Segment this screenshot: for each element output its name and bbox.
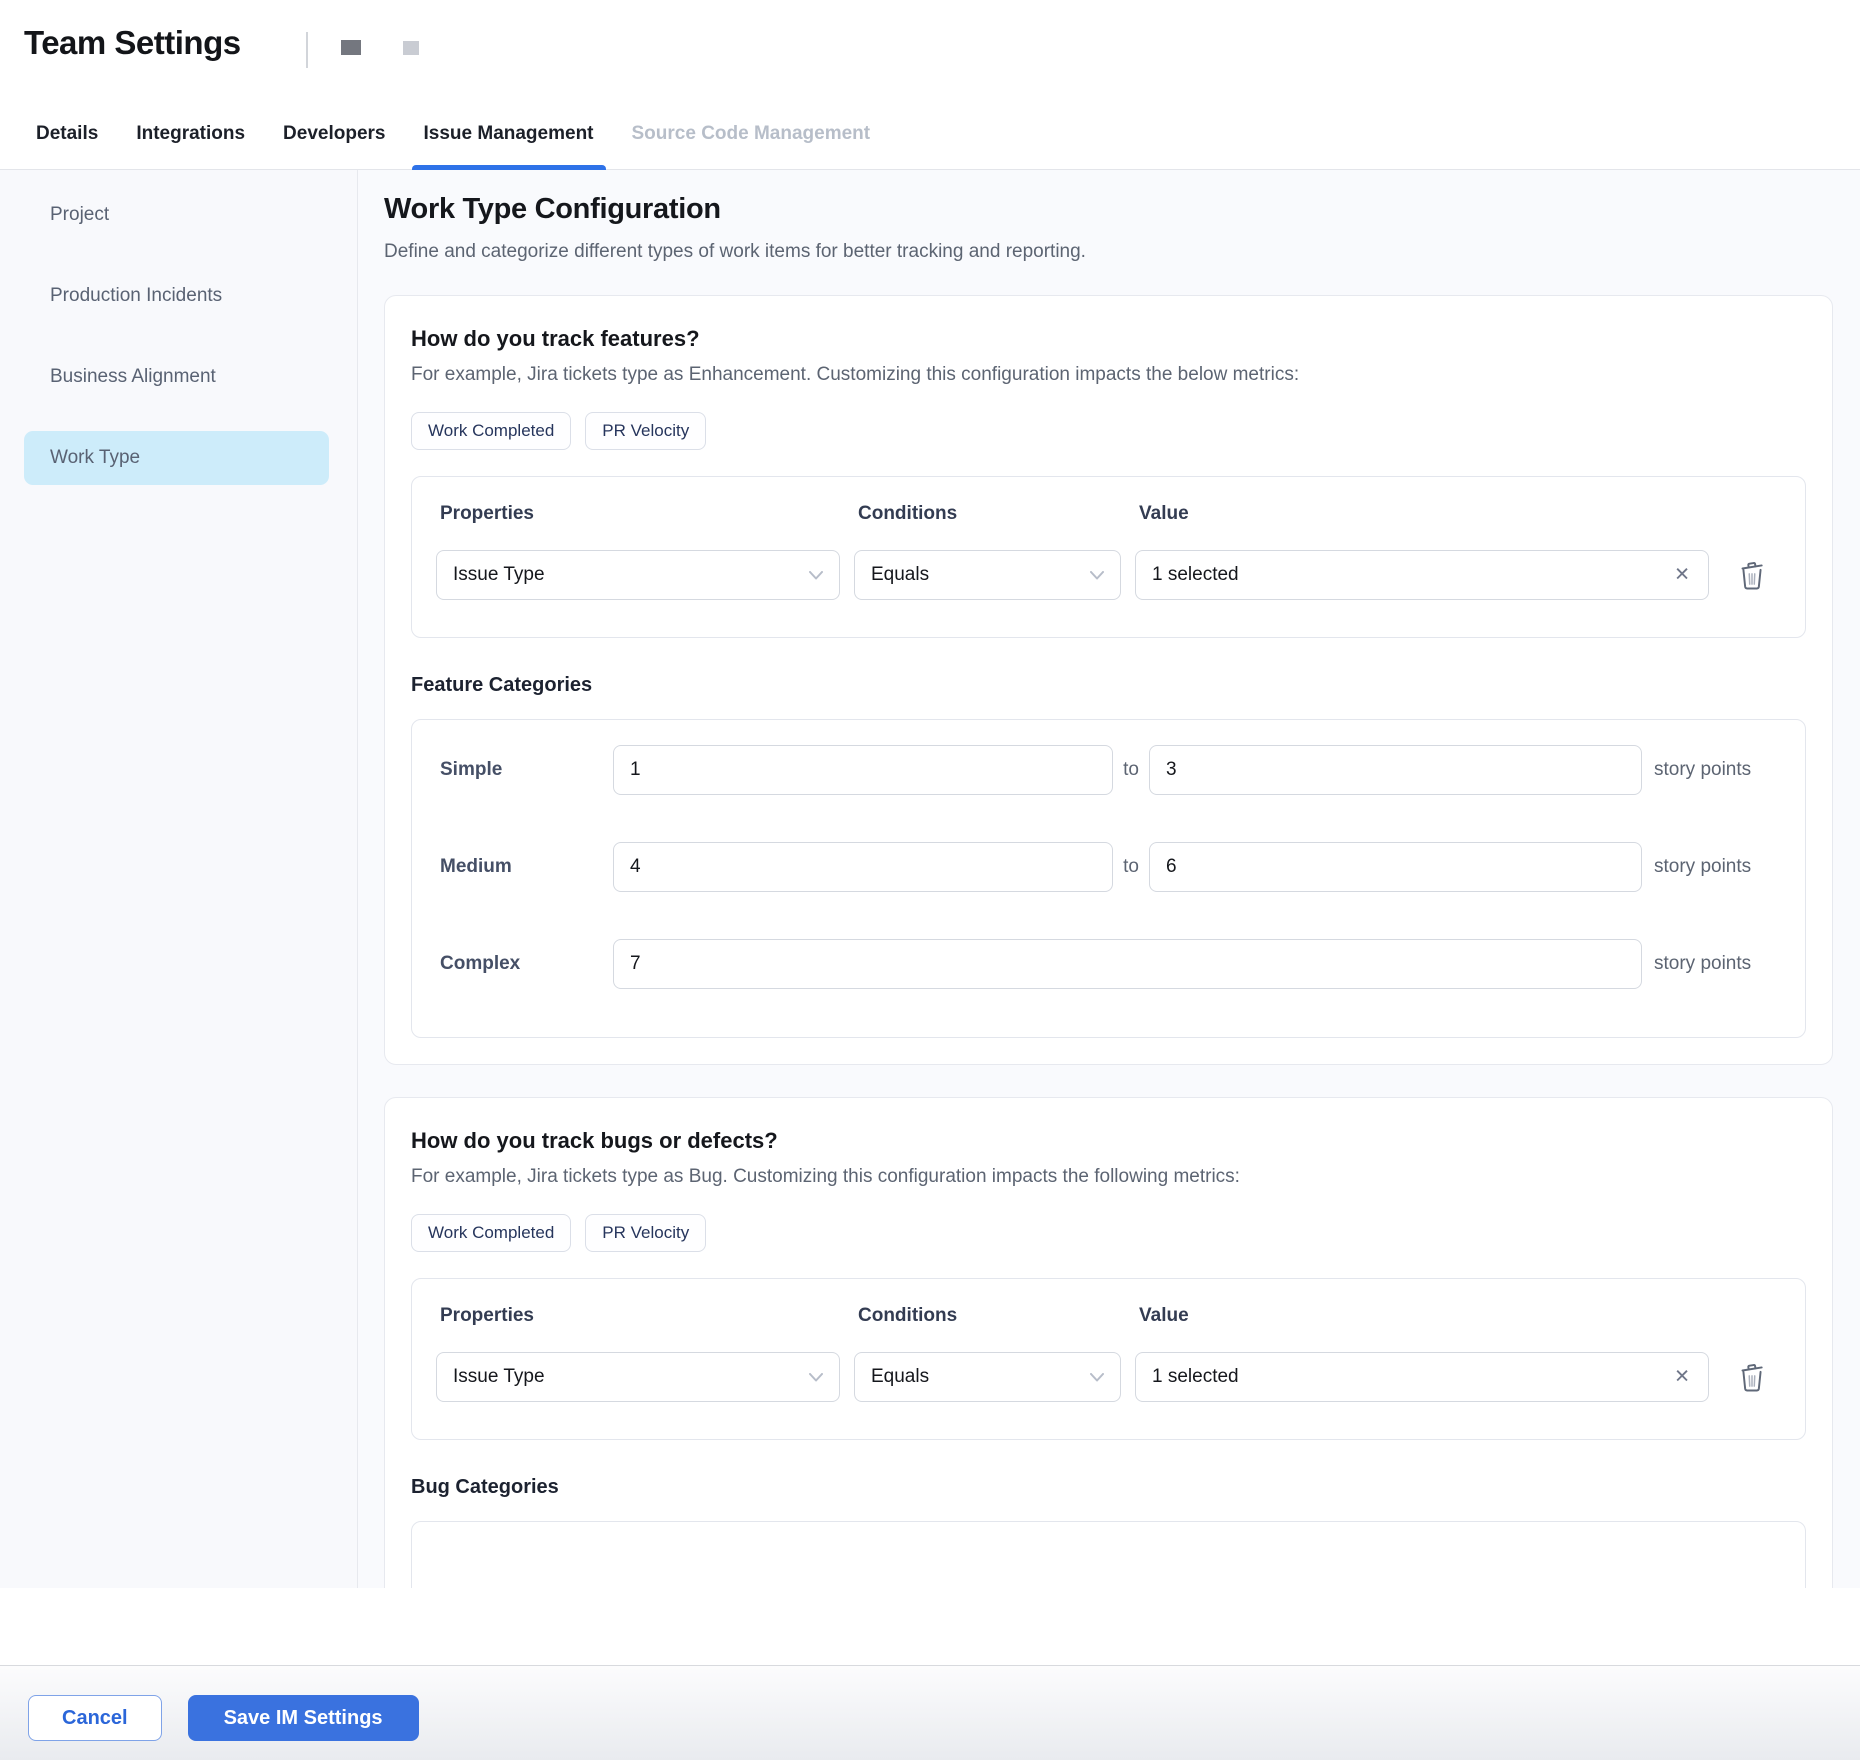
condition-select[interactable]: Equals [854,1352,1121,1402]
main-content: Work Type Configuration Define and categ… [358,170,1860,1588]
trash-icon [1737,559,1767,591]
condition-select[interactable]: Equals [854,550,1121,600]
property-select[interactable]: Issue Type [436,550,840,600]
simple-from-input[interactable] [613,745,1113,795]
conditions-column-header: Conditions [854,1305,1121,1327]
simple-to-input[interactable] [1149,745,1642,795]
category-row-simple: Simple to story points [440,745,1779,795]
category-name: Complex [440,953,613,975]
chevron-down-icon [809,571,823,580]
workspace: Project Production Incidents Business Al… [0,170,1860,1588]
content-subtitle: Define and categorize different types of… [384,241,1860,263]
features-rule-box: Properties Conditions Value Issue Type E… [411,476,1806,638]
to-label: to [1113,856,1149,878]
tab-developers[interactable]: Developers [271,123,397,169]
title-divider [306,32,308,68]
properties-column-header: Properties [436,503,840,525]
value-column-header: Value [1135,1305,1709,1327]
category-row-complex: Complex story points [440,939,1779,989]
metric-badge-work-completed: Work Completed [411,1214,571,1252]
bugs-heading: How do you track bugs or defects? [411,1128,1806,1154]
metric-badge-pr-velocity: PR Velocity [585,1214,706,1252]
footer-action-bar: Cancel Save IM Settings [0,1665,1860,1760]
placeholder-block-icon [403,41,419,55]
bugs-rule-box: Properties Conditions Value Issue Type E… [411,1278,1806,1440]
chevron-down-icon [1090,1373,1104,1382]
bugs-subheading: For example, Jira tickets type as Bug. C… [411,1166,1806,1188]
sidebar-item-work-type[interactable]: Work Type [24,431,329,485]
metric-badge-pr-velocity: PR Velocity [585,412,706,450]
metric-badge-work-completed: Work Completed [411,412,571,450]
top-bar: Team Settings Details Integrations Devel… [0,0,1860,170]
to-label: to [1113,759,1149,781]
cancel-button[interactable]: Cancel [28,1695,162,1741]
chevron-down-icon [1090,571,1104,580]
tab-details[interactable]: Details [24,123,110,169]
tab-integrations[interactable]: Integrations [124,123,257,169]
category-name: Medium [440,856,613,878]
medium-from-input[interactable] [613,842,1113,892]
unit-label: story points [1654,953,1751,975]
feature-categories-label: Feature Categories [411,674,1806,697]
tab-source-code-management: Source Code Management [620,123,883,169]
settings-sidebar: Project Production Incidents Business Al… [0,170,358,1588]
unit-label: story points [1654,856,1751,878]
category-name: Simple [440,759,613,781]
sidebar-item-production-incidents[interactable]: Production Incidents [24,269,329,323]
features-metric-badges: Work Completed PR Velocity [411,412,1806,450]
feature-categories-box: Simple to story points Medium to story p… [411,719,1806,1038]
bug-categories-box [411,1521,1806,1588]
clear-selection-icon[interactable]: ✕ [1670,562,1694,589]
medium-to-input[interactable] [1149,842,1642,892]
value-multiselect[interactable]: 1 selected ✕ [1135,1352,1709,1402]
bugs-metric-badges: Work Completed PR Velocity [411,1214,1806,1252]
complex-from-input[interactable] [613,939,1642,989]
features-heading: How do you track features? [411,326,1806,352]
save-im-settings-button[interactable]: Save IM Settings [188,1695,419,1741]
trash-icon [1737,1361,1767,1393]
content-title: Work Type Configuration [384,193,1860,226]
page-title: Team Settings [24,24,241,62]
delete-rule-button[interactable] [1737,1361,1767,1393]
bugs-section-card: How do you track bugs or defects? For ex… [384,1097,1833,1588]
placeholder-block-icon [341,40,361,55]
sidebar-item-business-alignment[interactable]: Business Alignment [24,350,329,404]
property-select[interactable]: Issue Type [436,1352,840,1402]
properties-column-header: Properties [436,1305,840,1327]
content-bottom-gap [0,1588,1860,1665]
chevron-down-icon [809,1373,823,1382]
sidebar-item-project[interactable]: Project [24,188,329,242]
bug-categories-label: Bug Categories [411,1476,1806,1499]
tab-issue-management[interactable]: Issue Management [412,123,606,169]
unit-label: story points [1654,759,1751,781]
category-row-medium: Medium to story points [440,842,1779,892]
delete-rule-button[interactable] [1737,559,1767,591]
clear-selection-icon[interactable]: ✕ [1670,1364,1694,1391]
features-subheading: For example, Jira tickets type as Enhanc… [411,364,1806,386]
tab-bar: Details Integrations Developers Issue Ma… [0,123,1860,169]
conditions-column-header: Conditions [854,503,1121,525]
value-column-header: Value [1135,503,1709,525]
value-multiselect[interactable]: 1 selected ✕ [1135,550,1709,600]
features-section-card: How do you track features? For example, … [384,295,1833,1065]
